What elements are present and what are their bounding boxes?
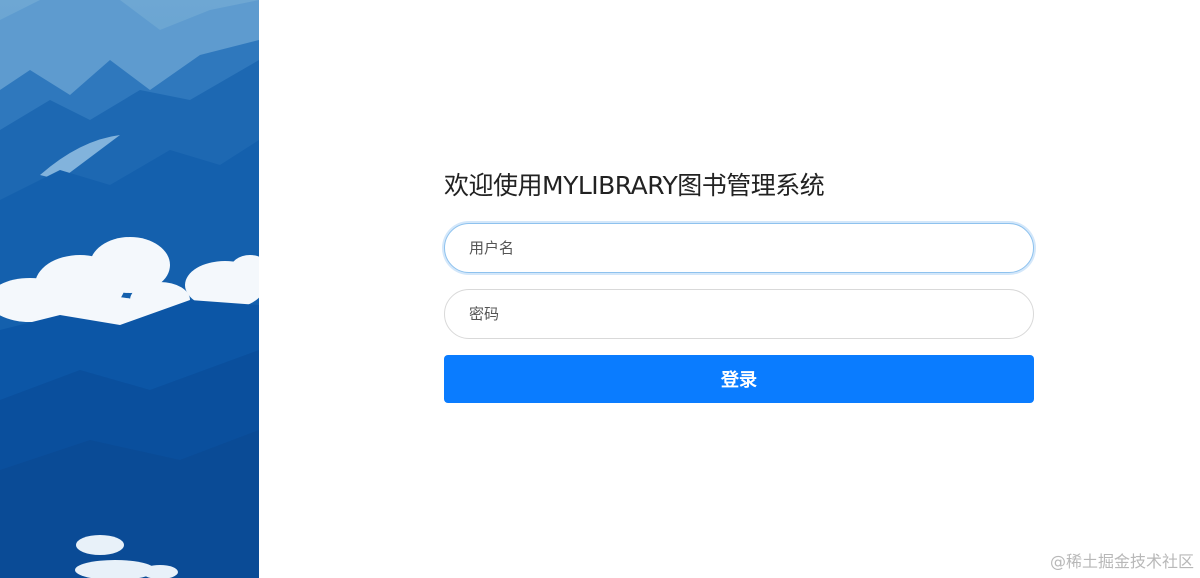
password-input[interactable] xyxy=(444,289,1034,339)
mountain-landscape-image xyxy=(0,0,259,578)
page-title: 欢迎使用MYLIBRARY图书管理系统 xyxy=(444,171,825,200)
username-input[interactable] xyxy=(444,223,1034,273)
login-page: 欢迎使用MYLIBRARY图书管理系统 登录 @稀土掘金技术社区 xyxy=(0,0,1200,578)
watermark-text: @稀土掘金技术社区 xyxy=(1049,552,1194,571)
login-form: 欢迎使用MYLIBRARY图书管理系统 登录 xyxy=(444,166,1034,403)
login-button[interactable]: 登录 xyxy=(444,355,1034,403)
